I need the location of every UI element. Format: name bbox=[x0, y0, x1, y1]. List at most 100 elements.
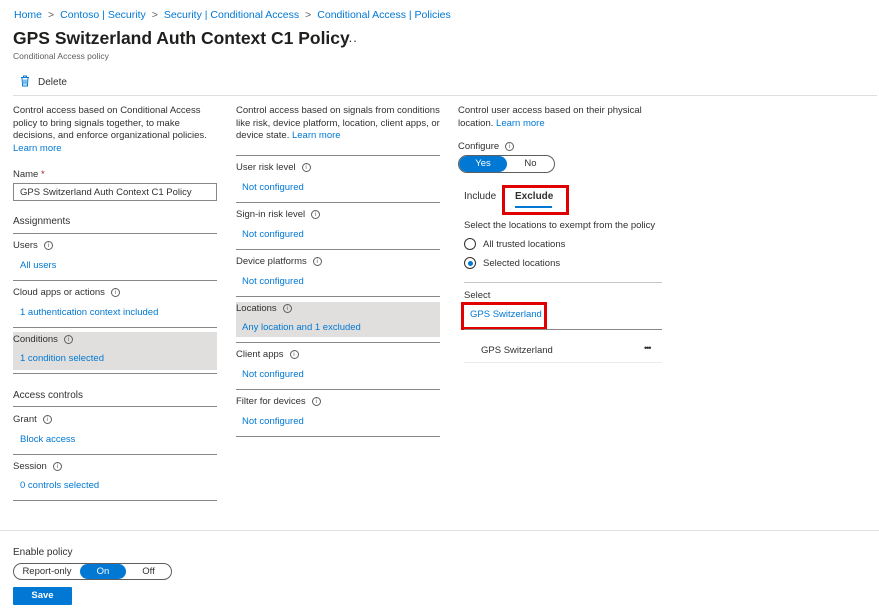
info-icon: i bbox=[42, 415, 52, 424]
radio-circle bbox=[464, 238, 476, 250]
filter-devices-label-text: Filter for devices bbox=[236, 396, 306, 407]
info-icon: i bbox=[311, 397, 321, 406]
configure-label: Configure i bbox=[458, 141, 515, 152]
page-title: GPS Switzerland Auth Context C1 Policy bbox=[13, 28, 350, 48]
radio-label: Selected locations bbox=[483, 257, 561, 269]
select-locations-link[interactable]: GPS Switzerland bbox=[470, 309, 542, 320]
more-options-button[interactable]: ... bbox=[344, 30, 358, 45]
divider bbox=[13, 406, 217, 407]
locations-label: Locations i bbox=[236, 303, 292, 314]
breadcrumb-separator: > bbox=[48, 9, 55, 21]
tab-include[interactable]: Include bbox=[464, 191, 496, 202]
divider bbox=[13, 233, 217, 234]
users-label-text: Users bbox=[13, 240, 38, 251]
delete-button[interactable]: Delete bbox=[20, 75, 67, 90]
breadcrumb-contoso-security[interactable]: Contoso | Security bbox=[60, 9, 146, 21]
divider bbox=[236, 436, 440, 437]
on-option[interactable]: On bbox=[80, 564, 126, 579]
footer-divider bbox=[0, 530, 879, 531]
user-risk-value-link[interactable]: Not configured bbox=[242, 182, 304, 193]
conditions-description: Control access based on signals from con… bbox=[236, 105, 442, 143]
conditions-label: Conditions i bbox=[13, 334, 73, 345]
radio-selected-locations[interactable]: Selected locations bbox=[464, 257, 560, 269]
info-icon: i bbox=[43, 241, 53, 250]
user-risk-label: User risk level i bbox=[236, 162, 311, 173]
conditions-label-text: Conditions bbox=[13, 334, 58, 345]
tab-exclude[interactable]: Exclude bbox=[515, 191, 553, 202]
delete-label: Delete bbox=[38, 77, 67, 88]
learn-more-link[interactable]: Learn more bbox=[496, 118, 545, 129]
device-platforms-label: Device platforms i bbox=[236, 256, 322, 267]
users-value-link[interactable]: All users bbox=[20, 260, 56, 271]
name-label: Name * bbox=[13, 169, 45, 180]
client-apps-label: Client apps i bbox=[236, 349, 299, 360]
configure-label-text: Configure bbox=[458, 141, 500, 152]
breadcrumb-conditional-access-policies[interactable]: Conditional Access | Policies bbox=[317, 9, 450, 21]
filter-devices-label: Filter for devices i bbox=[236, 396, 321, 407]
more-options-icon[interactable]: ••• bbox=[644, 343, 652, 353]
divider bbox=[13, 327, 217, 328]
breadcrumb-separator: > bbox=[151, 9, 158, 21]
locations-label-text: Locations bbox=[236, 303, 277, 314]
report-only-option[interactable]: Report-only bbox=[14, 564, 80, 579]
select-label: Select bbox=[464, 290, 491, 301]
configure-yes-option[interactable]: Yes bbox=[459, 156, 507, 172]
divider bbox=[13, 454, 217, 455]
policy-description: Control access based on Conditional Acce… bbox=[13, 105, 223, 155]
toolbar-divider bbox=[13, 95, 877, 96]
conditions-value-link[interactable]: 1 condition selected bbox=[20, 353, 104, 364]
required-marker: * bbox=[40, 169, 45, 180]
page-subtitle: Conditional Access policy bbox=[13, 51, 109, 61]
device-platforms-label-text: Device platforms bbox=[236, 256, 307, 267]
divider bbox=[236, 249, 440, 250]
trash-icon bbox=[20, 75, 30, 90]
cloud-apps-label: Cloud apps or actions i bbox=[13, 287, 120, 298]
grant-label: Grant i bbox=[13, 414, 52, 425]
divider bbox=[13, 373, 217, 374]
save-button[interactable]: Save bbox=[13, 587, 72, 605]
grant-label-text: Grant bbox=[13, 414, 37, 425]
divider bbox=[236, 389, 440, 390]
divider bbox=[13, 280, 217, 281]
enable-policy-toggle[interactable]: Report-only On Off bbox=[13, 563, 172, 580]
cloud-apps-value-link[interactable]: 1 authentication context included bbox=[20, 307, 158, 318]
locations-description-text: Control user access based on their physi… bbox=[458, 105, 642, 129]
sign-in-risk-value-link[interactable]: Not configured bbox=[242, 229, 304, 240]
divider bbox=[13, 500, 217, 501]
info-icon: i bbox=[282, 304, 292, 313]
locations-value-link[interactable]: Any location and 1 excluded bbox=[242, 322, 361, 333]
configure-toggle[interactable]: Yes No bbox=[458, 155, 555, 173]
assignments-heading: Assignments bbox=[13, 216, 71, 227]
grant-value-link[interactable]: Block access bbox=[20, 434, 75, 445]
policy-name-input[interactable] bbox=[13, 183, 217, 201]
divider bbox=[236, 296, 440, 297]
info-icon: i bbox=[110, 288, 120, 297]
learn-more-link[interactable]: Learn more bbox=[13, 143, 62, 154]
divider bbox=[464, 329, 662, 330]
filter-devices-value-link[interactable]: Not configured bbox=[242, 416, 304, 427]
info-icon: i bbox=[505, 142, 515, 151]
session-label-text: Session bbox=[13, 461, 47, 472]
radio-circle-selected bbox=[464, 257, 476, 269]
breadcrumb-home[interactable]: Home bbox=[14, 9, 42, 21]
breadcrumb-security-conditional-access[interactable]: Security | Conditional Access bbox=[164, 9, 299, 21]
info-icon: i bbox=[52, 462, 62, 471]
radio-label: All trusted locations bbox=[483, 238, 566, 250]
radio-all-trusted-locations[interactable]: All trusted locations bbox=[464, 238, 565, 250]
learn-more-link[interactable]: Learn more bbox=[292, 130, 341, 141]
locations-description: Control user access based on their physi… bbox=[458, 105, 658, 130]
client-apps-value-link[interactable]: Not configured bbox=[242, 369, 304, 380]
breadcrumb: Home > Contoso | Security > Security | Condi… bbox=[14, 9, 451, 21]
divider bbox=[236, 202, 440, 203]
info-icon: i bbox=[312, 257, 322, 266]
cloud-apps-label-text: Cloud apps or actions bbox=[13, 287, 105, 298]
session-value-link[interactable]: 0 controls selected bbox=[20, 480, 99, 491]
device-platforms-value-link[interactable]: Not configured bbox=[242, 276, 304, 287]
location-list-item: GPS Switzerland bbox=[481, 345, 553, 356]
client-apps-label-text: Client apps bbox=[236, 349, 284, 360]
info-icon: i bbox=[63, 335, 73, 344]
off-option[interactable]: Off bbox=[126, 564, 171, 579]
configure-no-option[interactable]: No bbox=[507, 156, 554, 172]
sign-in-risk-label: Sign-in risk level i bbox=[236, 209, 321, 220]
enable-policy-label: Enable policy bbox=[13, 547, 73, 558]
